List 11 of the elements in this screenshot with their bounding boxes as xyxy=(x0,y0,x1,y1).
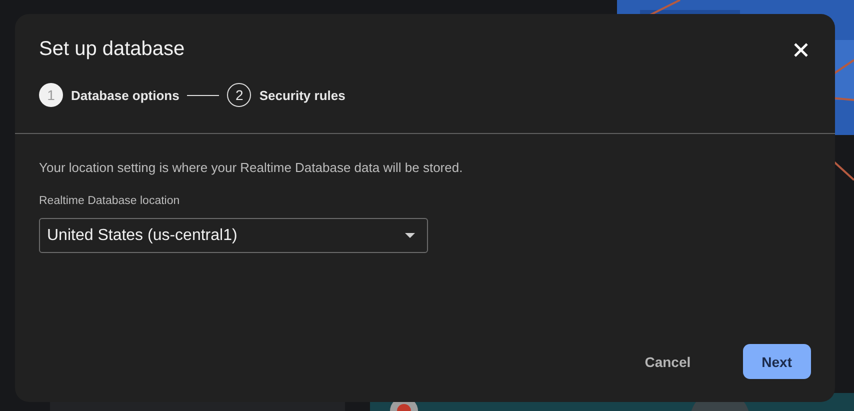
step-label[interactable]: Security rules xyxy=(259,88,346,102)
description-text: Your location setting is where your Realtime Database data will be stored. xyxy=(39,160,464,175)
step-number: 1 xyxy=(39,83,63,107)
cancel-button[interactable]: Cancel xyxy=(626,344,709,379)
location-dropdown[interactable]: United States (us-central1) xyxy=(39,218,428,253)
field-label: Realtime Database location xyxy=(39,195,181,207)
dialog-title: Set up database xyxy=(39,38,185,61)
step-label[interactable]: Database options xyxy=(71,88,180,102)
next-button[interactable]: Next xyxy=(742,344,811,379)
dropdown-caret-icon xyxy=(405,233,415,238)
step-number: 2 xyxy=(227,83,252,107)
